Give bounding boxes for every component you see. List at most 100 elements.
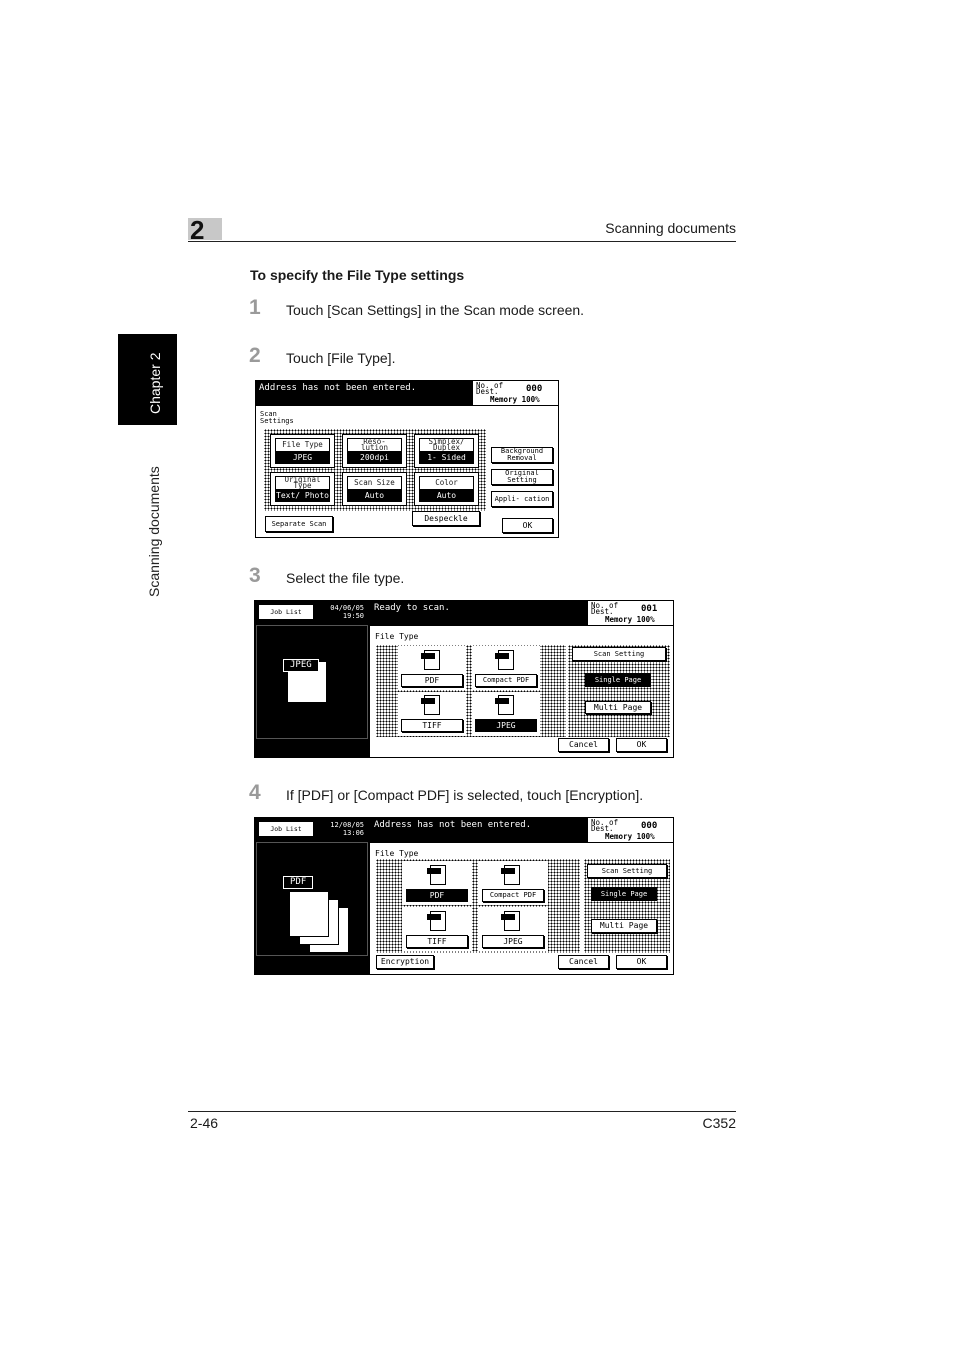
screen2-preview-panel: JPEG bbox=[256, 625, 368, 739]
file-type-value: JPEG bbox=[275, 451, 330, 464]
resolution-label: Reso- lution bbox=[347, 437, 402, 452]
screen3-memory: Memory 100% bbox=[605, 832, 655, 841]
resolution-value: 200dpi bbox=[347, 451, 402, 464]
background-removal-button[interactable]: Background Removal bbox=[491, 447, 553, 463]
tiff-button[interactable]: TIFF bbox=[401, 719, 463, 732]
screen2-dest-label: No. of Dest. bbox=[591, 601, 619, 616]
screen2-date: 04/06/05 bbox=[330, 604, 364, 612]
tiff-file-icon bbox=[421, 695, 440, 715]
screen3-multi-page-button[interactable]: Multi Page bbox=[591, 919, 657, 933]
screen1-body: Scan Settings File Type JPEG Reso- lutio… bbox=[256, 406, 558, 537]
simplex-duplex-label: Simplex/ Duplex bbox=[419, 437, 474, 452]
section-heading: To specify the File Type settings bbox=[250, 267, 465, 283]
screen3-ok-button[interactable]: OK bbox=[616, 955, 667, 969]
color-tile[interactable]: Color Auto bbox=[414, 472, 479, 506]
model-name: C352 bbox=[702, 1115, 736, 1131]
step-text-1: Touch [Scan Settings] in the Scan mode s… bbox=[286, 302, 585, 318]
screen2-job-list-button[interactable]: Job List bbox=[258, 604, 314, 620]
footer-rule bbox=[188, 1111, 736, 1112]
step-number-4: 4 bbox=[249, 781, 261, 804]
file-type-tile[interactable]: File Type JPEG bbox=[270, 434, 335, 468]
file-type-label: File Type bbox=[275, 438, 330, 452]
screen3-title: File Type bbox=[375, 849, 419, 858]
screen3-preview-page-1 bbox=[289, 891, 329, 937]
compact-pdf-button[interactable]: Compact PDF bbox=[475, 674, 537, 687]
screen3-compact-pdf-file-icon bbox=[501, 865, 520, 885]
file-type-pdf-screenshot: Job List 12/08/05 13:06 PDF Address has … bbox=[254, 817, 674, 975]
scan-settings-screenshot: Address has not been entered. No. of Des… bbox=[255, 380, 559, 538]
file-type-jpeg-screenshot: Job List 04/06/05 19:50 JPEG Ready to sc… bbox=[254, 600, 674, 758]
ok-button[interactable]: OK bbox=[502, 518, 553, 533]
screen3-preview-tag: PDF bbox=[283, 876, 314, 889]
screen3-single-page-button-selected[interactable]: Single Page bbox=[591, 887, 657, 901]
screen1-group-label: Scan Settings bbox=[260, 410, 294, 425]
screen3-message: Address has not been entered. bbox=[374, 820, 532, 830]
screen3-job-list-button[interactable]: Job List bbox=[258, 821, 314, 837]
screen2-multi-page-button[interactable]: Multi Page bbox=[585, 701, 651, 714]
screen3-jpeg-button[interactable]: JPEG bbox=[482, 935, 544, 948]
step-number-3: 3 bbox=[249, 564, 261, 587]
screen2-status-box: No. of Dest. 001 Memory 100% bbox=[588, 601, 673, 625]
original-setting-button[interactable]: Original Setting bbox=[491, 469, 553, 485]
screen2-ok-button[interactable]: OK bbox=[616, 738, 667, 752]
screen2-title: File Type bbox=[375, 632, 419, 641]
color-value: Auto bbox=[419, 489, 474, 502]
original-type-value: Text/ Photo bbox=[275, 489, 330, 502]
screen1-status-box: No. of Dest. 000 Memory 100% bbox=[473, 381, 558, 405]
screen3-dest-label: No. of Dest. bbox=[591, 818, 619, 833]
compact-pdf-file-icon bbox=[495, 650, 514, 670]
screen3-compact-pdf-button[interactable]: Compact PDF bbox=[482, 889, 544, 902]
despeckle-button[interactable]: Despeckle bbox=[412, 511, 480, 526]
screen2-preview-tag: JPEG bbox=[283, 659, 319, 672]
simplex-duplex-value: 1- Sided bbox=[419, 451, 474, 464]
color-label: Color bbox=[419, 476, 474, 490]
screen1-memory: Memory 100% bbox=[490, 395, 540, 404]
screen3-jpeg-file-icon bbox=[501, 911, 520, 931]
application-button[interactable]: Appli- cation bbox=[491, 491, 553, 507]
screen2-dest-count: 001 bbox=[641, 604, 658, 614]
screen3-tiff-file-icon bbox=[427, 911, 446, 931]
screen2-single-page-button-selected[interactable]: Single Page bbox=[585, 673, 651, 687]
step-number-1: 1 bbox=[249, 296, 261, 319]
side-tab-section-label: Scanning documents bbox=[146, 466, 162, 597]
simplex-duplex-tile[interactable]: Simplex/ Duplex 1- Sided bbox=[414, 434, 479, 468]
jpeg-button-selected[interactable]: JPEG bbox=[475, 719, 537, 732]
screen2-cancel-button[interactable]: Cancel bbox=[558, 738, 609, 752]
separate-scan-button[interactable]: Separate Scan bbox=[265, 516, 333, 532]
screen2-memory: Memory 100% bbox=[605, 615, 655, 624]
screen3-date: 12/08/05 bbox=[330, 821, 364, 829]
screen3-status-box: No. of Dest. 000 Memory 100% bbox=[588, 818, 673, 842]
screen3-dest-count: 000 bbox=[641, 821, 658, 831]
header-rule bbox=[188, 241, 736, 242]
screen3-pdf-file-icon bbox=[427, 865, 446, 885]
screen1-message: Address has not been entered. bbox=[259, 383, 417, 393]
screen3-cancel-button[interactable]: Cancel bbox=[558, 955, 609, 969]
side-tab-chapter-label: Chapter 2 bbox=[147, 352, 163, 414]
resolution-tile[interactable]: Reso- lution 200dpi bbox=[342, 434, 407, 468]
screen2-scan-setting-label: Scan Setting bbox=[572, 647, 666, 661]
screen3-time: 13:06 bbox=[342, 829, 364, 837]
original-type-tile[interactable]: Original Type Text/ Photo bbox=[270, 472, 335, 506]
screen3-scan-setting-label: Scan Setting bbox=[587, 864, 667, 878]
jpeg-file-icon bbox=[495, 695, 514, 715]
screen2-message: Ready to scan. bbox=[374, 603, 450, 613]
running-title: Scanning documents bbox=[605, 220, 736, 236]
step-text-3: Select the file type. bbox=[286, 570, 405, 586]
original-type-label: Original Type bbox=[275, 475, 330, 490]
page-number: 2-46 bbox=[190, 1115, 219, 1131]
screen1-dest-label: No. of Dest. bbox=[476, 381, 504, 396]
screen2-time: 19:50 bbox=[342, 612, 364, 620]
screen3-pdf-button-selected[interactable]: PDF bbox=[406, 889, 468, 902]
screen3-body: File Type PDF Compact PDF TIFF JPEG Scan… bbox=[370, 843, 673, 974]
step-text-2: Touch [File Type]. bbox=[286, 350, 396, 366]
step-number-2: 2 bbox=[249, 344, 261, 367]
screen2-body: File Type PDF Compact PDF TIFF JPEG Scan… bbox=[370, 626, 673, 757]
pdf-button[interactable]: PDF bbox=[401, 674, 463, 687]
screen1-dest-count: 000 bbox=[526, 384, 543, 394]
scan-size-label: Scan Size bbox=[347, 476, 402, 490]
scan-size-tile[interactable]: Scan Size Auto bbox=[342, 472, 407, 506]
pdf-file-icon bbox=[421, 650, 440, 670]
screen3-preview-panel: PDF bbox=[256, 842, 368, 956]
screen3-tiff-button[interactable]: TIFF bbox=[406, 935, 468, 948]
encryption-button[interactable]: Encryption bbox=[376, 955, 434, 969]
